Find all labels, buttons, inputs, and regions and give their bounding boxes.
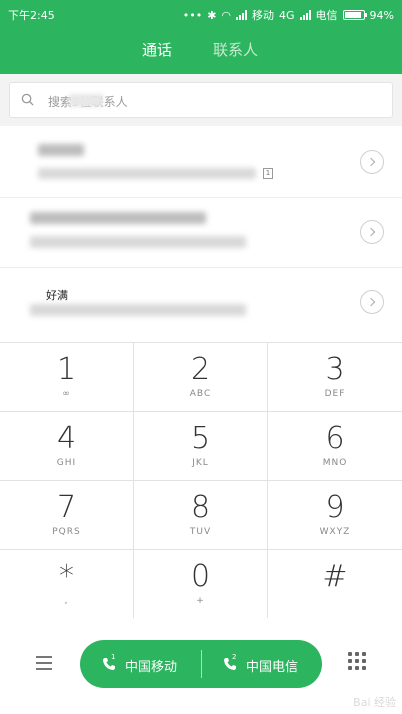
call-button-label: 中国移动 <box>125 660 178 675</box>
blurred-detail <box>30 236 246 248</box>
key-digit: 5 <box>190 421 211 456</box>
chevron-right-icon[interactable] <box>360 290 384 314</box>
call-button-group: 1 中国移动 2 中国电信 <box>80 640 322 688</box>
list-item[interactable] <box>0 198 402 268</box>
key-letters: WXYZ <box>319 527 351 537</box>
recent-calls-list: 1 好满 <box>0 126 402 342</box>
blurred-name <box>30 212 206 224</box>
sim-number: 1 <box>111 653 116 661</box>
key-letters: PQRS <box>52 527 81 537</box>
key-hash[interactable]: # <box>268 550 402 619</box>
key-digit: 8 <box>190 490 211 525</box>
carrier1-label: 移动 <box>252 9 275 22</box>
contact-name: 好满 <box>46 289 68 302</box>
key-digit: 4 <box>56 421 77 456</box>
key-2[interactable]: 2 ABC <box>134 343 268 412</box>
key-4[interactable]: 4 GHI <box>0 412 134 481</box>
call-button-label: 中国电信 <box>246 660 299 675</box>
key-letters: DEF <box>324 389 346 399</box>
voicemail-icon: ∞ <box>62 389 71 399</box>
search-icon <box>21 93 34 106</box>
dots-icon: ••• <box>182 8 203 22</box>
key-0[interactable]: 0 + <box>134 550 268 619</box>
key-letters: JKL <box>192 458 209 468</box>
status-bar: 下午2:45 ••• ✱ ◠ 移动 4G 电信 94% <box>0 0 402 28</box>
battery-percent: 94% <box>369 8 394 22</box>
signal-icon <box>236 10 248 20</box>
tab-bar: 通话 联系人 <box>0 39 402 63</box>
sim-number: 2 <box>232 653 237 661</box>
chevron-right-icon[interactable] <box>360 220 384 244</box>
key-1[interactable]: 1 ∞ <box>0 343 134 412</box>
app-header: 下午2:45 ••• ✱ ◠ 移动 4G 电信 94% 通话 联系人 <box>0 0 402 74</box>
menu-icon[interactable] <box>36 656 56 672</box>
key-digit: 3 <box>325 352 345 387</box>
key-digit: 2 <box>190 352 211 387</box>
dialpad-icon[interactable] <box>348 652 366 670</box>
key-digit: * <box>59 559 74 594</box>
list-item[interactable]: 1 <box>0 128 402 198</box>
battery-icon <box>342 10 367 20</box>
key-9[interactable]: 9 WXYZ <box>268 481 402 550</box>
blurred-detail <box>38 168 256 179</box>
list-item[interactable]: 好满 <box>0 268 402 338</box>
key-letters: ABC <box>189 389 212 399</box>
key-digit: 1 <box>56 352 77 387</box>
key-letters: GHI <box>56 458 77 468</box>
key-3[interactable]: 3 DEF <box>268 343 402 412</box>
dial-keypad: 1 ∞ 2 ABC 3 DEF 4 GHI 5 JKL 6 MNO 7 PQRS 8 TUV 9… <box>0 342 402 619</box>
key-digit: 0 <box>190 559 211 594</box>
carrier2-label: 电信 <box>315 9 338 22</box>
watermark: Bai 经验 <box>353 696 396 709</box>
key-digit: 7 <box>56 490 77 525</box>
signal-icon <box>299 10 311 20</box>
tab-contacts[interactable]: 联系人 <box>213 39 258 60</box>
key-8[interactable]: 8 TUV <box>134 481 268 550</box>
sim-tag: 1 <box>263 168 273 179</box>
key-letters: TUV <box>189 527 212 537</box>
key-star[interactable]: *, <box>0 550 134 619</box>
key-letters: + <box>196 596 205 606</box>
key-7[interactable]: 7 PQRS <box>0 481 134 550</box>
call-button-sim2[interactable]: 2 中国电信 <box>201 640 322 688</box>
blurred-detail <box>30 304 246 316</box>
bottom-bar: 1 中国移动 2 中国电信 Bai 经验 <box>0 618 402 714</box>
key-5[interactable]: 5 JKL <box>134 412 268 481</box>
tab-calls[interactable]: 通话 <box>142 39 172 60</box>
status-indicators: ••• ✱ ◠ 移动 4G 电信 94% <box>183 7 394 23</box>
key-letters: MNO <box>322 458 348 468</box>
search-area: 搜索9位联系人 <box>0 74 402 126</box>
blurred-name <box>38 144 84 156</box>
search-input[interactable]: 搜索9位联系人 <box>9 82 393 118</box>
wifi-icon: ◠ <box>221 8 232 22</box>
key-6[interactable]: 6 MNO <box>268 412 402 481</box>
bluetooth-icon: ✱ <box>207 8 217 22</box>
chevron-right-icon[interactable] <box>360 150 384 174</box>
blurred-count <box>69 94 103 107</box>
call-button-sim1[interactable]: 1 中国移动 <box>80 640 201 688</box>
network-label: 4G <box>279 8 295 22</box>
key-digit: 9 <box>325 490 345 525</box>
key-digit: 6 <box>325 421 345 456</box>
key-digit: # <box>322 559 348 594</box>
status-time: 下午2:45 <box>8 9 55 22</box>
key-letters: , <box>64 596 69 606</box>
